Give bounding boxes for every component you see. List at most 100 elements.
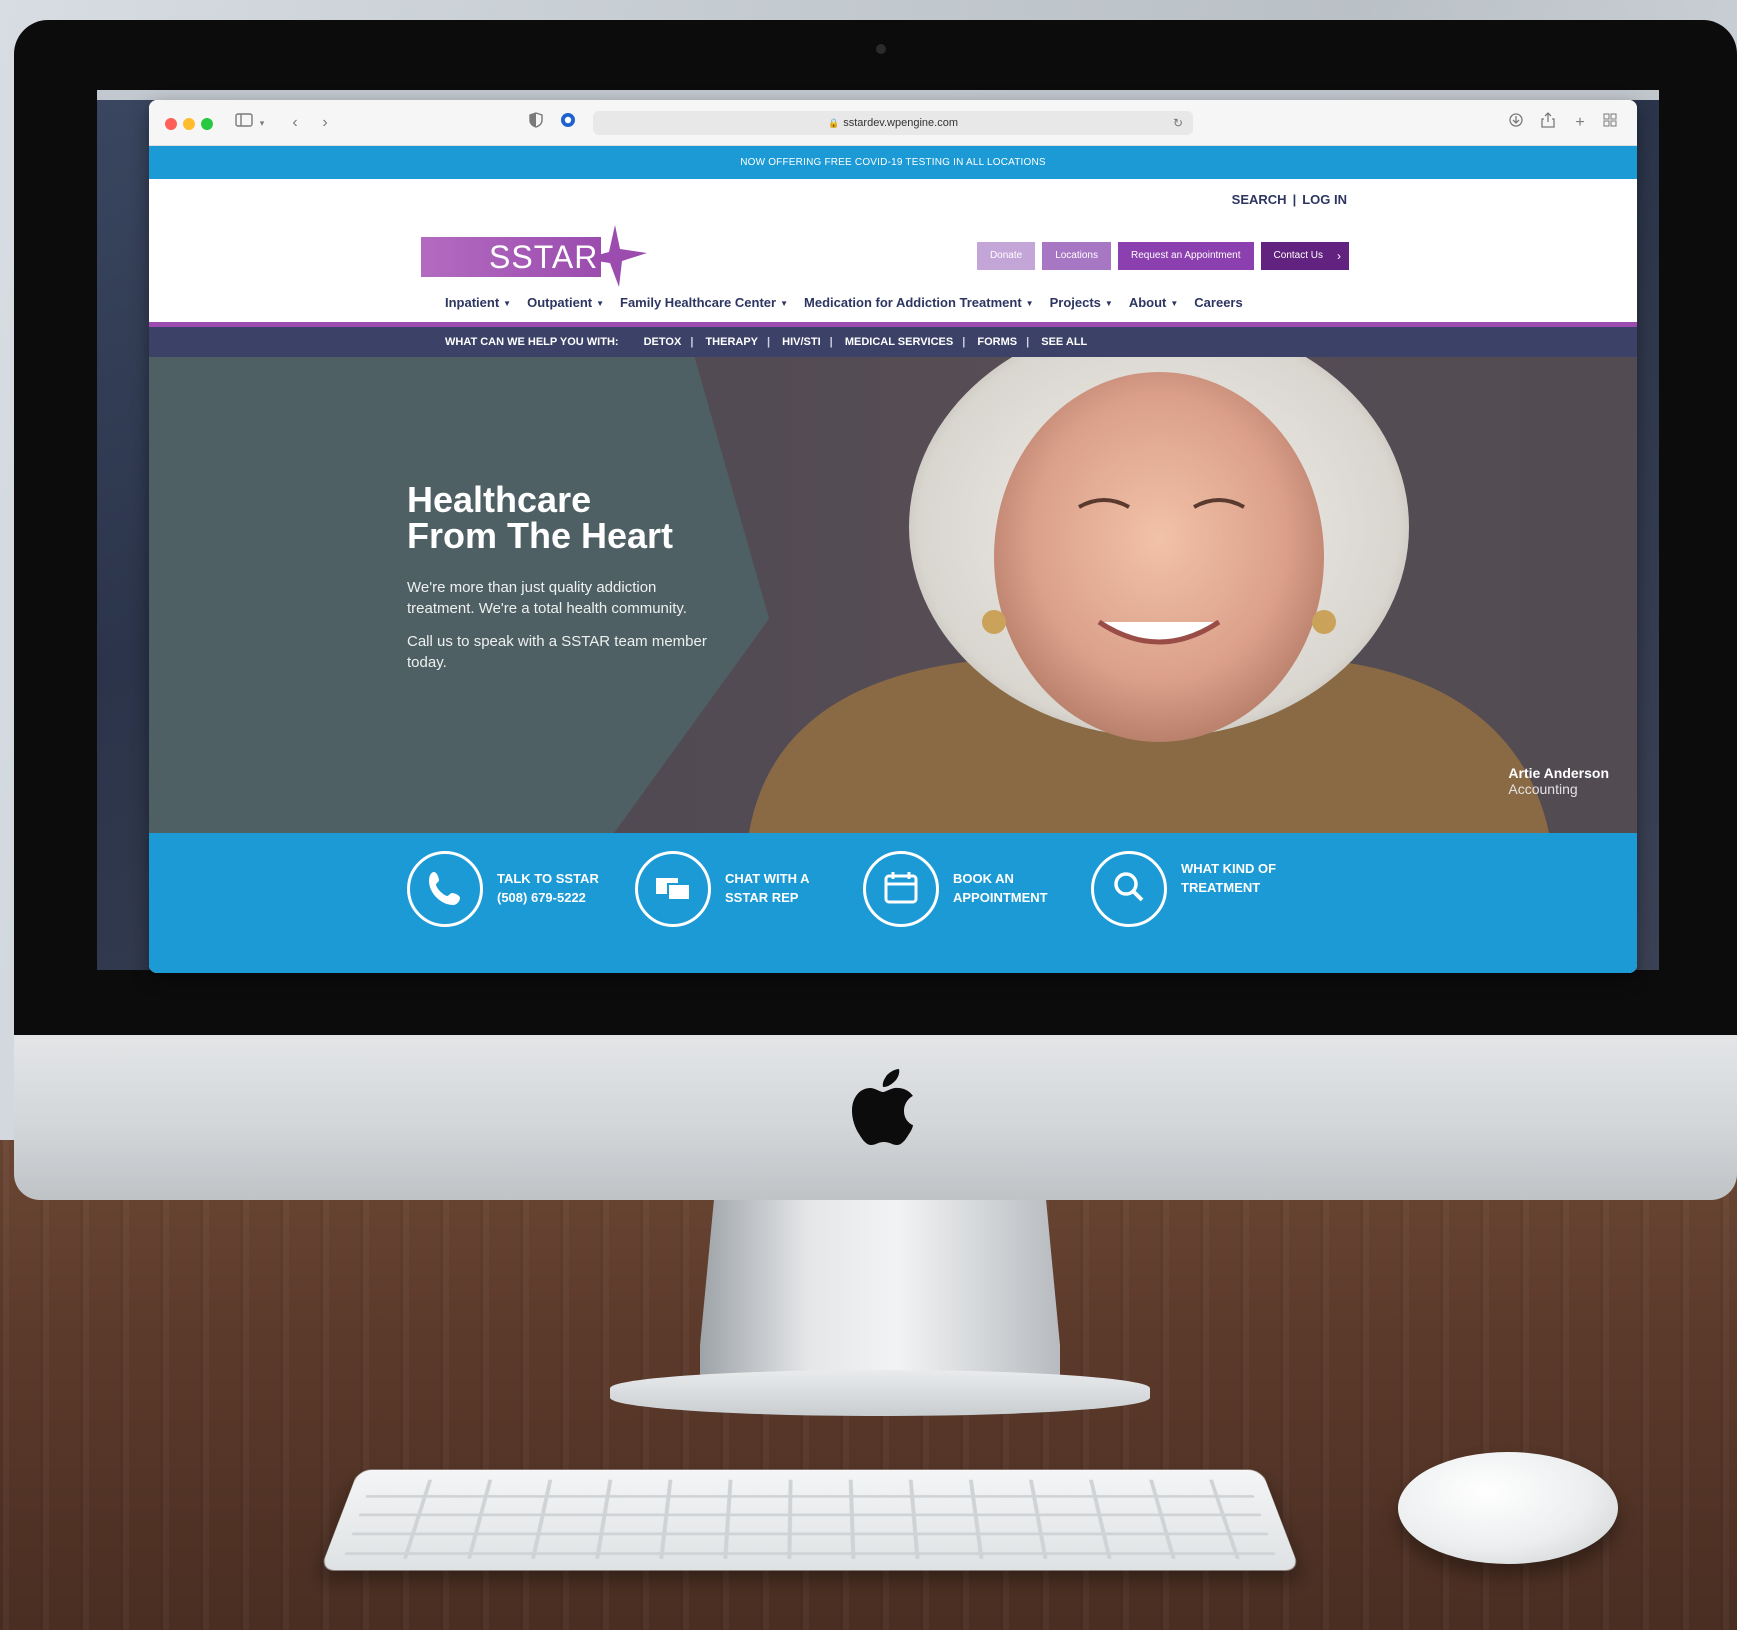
- divider: |: [767, 336, 771, 348]
- caret-down-icon: ▼: [1104, 299, 1113, 309]
- forward-icon[interactable]: ›: [317, 112, 333, 134]
- cta-buttons: Donate Locations Request an Appointment …: [976, 242, 1349, 270]
- help-link-see-all[interactable]: SEE ALL: [1041, 336, 1087, 348]
- nav-label: Medication for Addiction Treatment: [804, 295, 1022, 310]
- nav-label: Careers: [1194, 295, 1243, 310]
- divider: |: [1292, 192, 1297, 207]
- caption-name: Artie Anderson: [1508, 765, 1609, 781]
- caret-down-icon: ▼: [503, 299, 512, 309]
- calendar-icon: [863, 851, 939, 927]
- caret-down-icon: ▼: [780, 299, 789, 309]
- browser-window: ▾ ‹ › 🔒 sstardev.wpengine.com ↻ + NOW OFF…: [149, 100, 1637, 973]
- camera: [876, 44, 886, 54]
- divider: |: [1026, 336, 1030, 348]
- action-line: BOOK AN: [953, 871, 1014, 886]
- action-line: TALK TO SSTAR: [497, 871, 599, 886]
- caret-down-icon: ▼: [1170, 299, 1179, 309]
- login-link[interactable]: LOG IN: [1302, 192, 1347, 207]
- locations-button[interactable]: Locations: [1042, 242, 1111, 270]
- lock-icon: 🔒: [828, 118, 840, 128]
- reload-icon[interactable]: ↻: [1173, 111, 1183, 135]
- quick-actions-bar: TALK TO SSTAR (508) 679-5222 CHAT WITH A S…: [149, 833, 1637, 973]
- url-text: sstardev.wpengine.com: [843, 117, 958, 129]
- tab-overview-icon[interactable]: [1601, 112, 1619, 134]
- privacy-shield-icon[interactable]: [527, 112, 545, 134]
- sidebar-icon[interactable]: [233, 112, 255, 134]
- donate-button[interactable]: Donate: [976, 242, 1036, 270]
- hero-paragraph: Call us to speak with a SSTAR team membe…: [407, 633, 707, 671]
- chevron-down-icon[interactable]: ▾: [257, 112, 267, 134]
- keyboard: [319, 1469, 1301, 1571]
- nav-item-projects[interactable]: Projects ▼: [1050, 295, 1113, 310]
- zoom-window-button[interactable]: [201, 118, 213, 130]
- nav-label: Outpatient: [527, 295, 593, 310]
- nav-label: Projects: [1049, 295, 1101, 310]
- help-link-detox[interactable]: DETOX: [644, 336, 682, 348]
- nav-item-outpatient[interactable]: Outpatient ▼: [527, 295, 604, 310]
- help-link-forms[interactable]: FORMS: [977, 336, 1017, 348]
- help-bar-lead: WHAT CAN WE HELP YOU WITH:: [445, 336, 619, 348]
- apple-logo-icon: [852, 1069, 913, 1145]
- photo-caption: Artie Anderson Accounting: [1508, 765, 1609, 797]
- minimize-window-button[interactable]: [183, 118, 195, 130]
- contact-us-label: Contact Us: [1273, 250, 1323, 261]
- logo-text: SSTAR: [489, 239, 599, 275]
- contact-us-button[interactable]: Contact Us ›: [1260, 242, 1349, 270]
- hero-title-line: Healthcare: [407, 479, 592, 520]
- action-line: APPOINTMENT: [953, 890, 1048, 905]
- keyboard-keys: [342, 1479, 1278, 1559]
- help-bar: WHAT CAN WE HELP YOU WITH: DETOX | THERAP…: [149, 327, 1637, 357]
- search-icon: [1091, 851, 1167, 927]
- magic-mouse: [1398, 1452, 1618, 1564]
- divider: |: [962, 336, 966, 348]
- nav-label: Inpatient: [445, 295, 500, 310]
- caret-down-icon: ▼: [596, 299, 605, 309]
- hero-paragraph: We're more than just quality addiction t…: [407, 579, 687, 617]
- search-link[interactable]: SEARCH: [1232, 192, 1287, 207]
- request-appointment-button[interactable]: Request an Appointment: [1118, 242, 1254, 270]
- hero-title: Healthcare From The Heart: [407, 482, 727, 554]
- download-icon[interactable]: [1507, 112, 1525, 134]
- nav-item-about[interactable]: About ▼: [1129, 295, 1178, 310]
- announcement-bar[interactable]: NOW OFFERING FREE COVID-19 TESTING IN AL…: [149, 146, 1637, 179]
- action-label: BOOK AN APPOINTMENT: [953, 869, 1073, 907]
- chevron-right-icon: ›: [1337, 249, 1341, 263]
- nav-label: About: [1128, 295, 1167, 310]
- action-line: SSTAR REP: [725, 890, 799, 905]
- action-label: CHAT WITH A SSTAR REP: [725, 869, 845, 907]
- hero-banner: Healthcare From The Heart We're more tha…: [149, 357, 1637, 833]
- help-link-hiv-sti[interactable]: HIV/STI: [782, 336, 821, 348]
- macos-menubar: [97, 90, 1659, 100]
- action-label: TALK TO SSTAR (508) 679-5222: [497, 869, 617, 907]
- hero-portrait-photo: [749, 357, 1549, 833]
- main-nav: Inpatient ▼ Outpatient ▼ Family Healthcare…: [445, 295, 1243, 310]
- hero-body: We're more than just quality addiction t…: [407, 577, 707, 685]
- close-window-button[interactable]: [165, 118, 177, 130]
- hero-title-line: From The Heart: [407, 515, 674, 556]
- sstar-logo[interactable]: SSTAR: [421, 225, 661, 287]
- caret-down-icon: ▼: [1025, 299, 1034, 309]
- nav-label: Family Healthcare Center: [620, 295, 777, 310]
- imac-stand-base: [610, 1370, 1150, 1416]
- caption-role: Accounting: [1508, 781, 1578, 797]
- utility-links: SEARCH | LOG IN: [1232, 192, 1347, 207]
- divider: |: [690, 336, 694, 348]
- browser-toolbar: ▾ ‹ › 🔒 sstardev.wpengine.com ↻ +: [149, 100, 1637, 146]
- address-bar[interactable]: 🔒 sstardev.wpengine.com ↻: [593, 111, 1193, 135]
- action-line: WHAT KIND OF: [1181, 861, 1277, 876]
- action-line: CHAT WITH A: [725, 871, 810, 886]
- phone-icon: [407, 851, 483, 927]
- extension-icon[interactable]: [559, 112, 577, 134]
- action-line: TREATMENT: [1181, 880, 1261, 895]
- nav-item-medication-treatment[interactable]: Medication for Addiction Treatment ▼: [804, 295, 1034, 310]
- nav-item-careers[interactable]: Careers: [1194, 295, 1242, 310]
- action-label: WHAT KIND OF TREATMENT: [1181, 859, 1301, 897]
- new-tab-icon[interactable]: +: [1571, 112, 1589, 134]
- nav-item-family-healthcare[interactable]: Family Healthcare Center ▼: [620, 295, 788, 310]
- divider: |: [829, 336, 833, 348]
- nav-item-inpatient[interactable]: Inpatient ▼: [445, 295, 511, 310]
- back-icon[interactable]: ‹: [287, 112, 303, 134]
- help-link-therapy[interactable]: THERAPY: [705, 336, 758, 348]
- share-icon[interactable]: [1539, 112, 1557, 134]
- help-link-medical-services[interactable]: MEDICAL SERVICES: [845, 336, 953, 348]
